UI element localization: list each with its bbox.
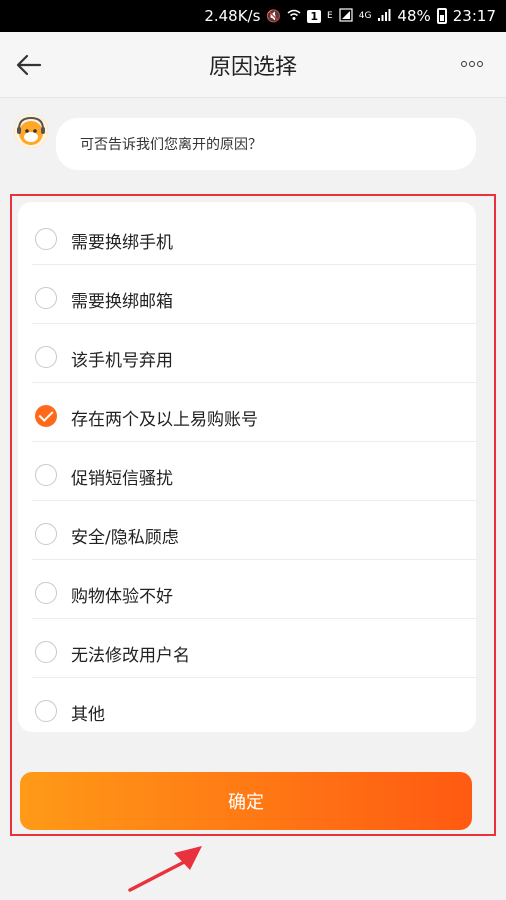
- reason-option-label: 促销短信骚扰: [71, 469, 173, 489]
- radio-button[interactable]: [35, 523, 57, 545]
- signal-icon: [339, 7, 353, 25]
- more-button[interactable]: [458, 54, 486, 74]
- radio-button[interactable]: [35, 346, 57, 368]
- reason-option[interactable]: 促销短信骚扰: [18, 442, 476, 501]
- arrow-left-icon: [16, 54, 42, 76]
- network-4g-label: 4G: [358, 11, 372, 21]
- reason-option[interactable]: 安全/隐私顾虑: [18, 501, 476, 560]
- wifi-icon: [287, 8, 301, 25]
- more-dots-icon: [461, 61, 467, 67]
- reason-option-label: 需要换绑手机: [71, 233, 173, 253]
- nav-bar: 原因选择: [0, 32, 506, 98]
- more-dot: [477, 61, 483, 67]
- reason-option[interactable]: 其他: [18, 678, 476, 737]
- reason-option-label: 需要换绑邮箱: [71, 292, 173, 312]
- reason-option-label: 无法修改用户名: [71, 646, 190, 666]
- reason-option[interactable]: 需要换绑手机: [18, 206, 476, 265]
- radio-button[interactable]: [35, 287, 57, 309]
- clock: 23:17: [452, 7, 496, 25]
- radio-button[interactable]: [35, 464, 57, 486]
- avatar: [14, 114, 48, 148]
- status-bar: 2.48K/s 🔇 1 E 4G 48% 23:17: [0, 0, 506, 32]
- radio-button[interactable]: [35, 582, 57, 604]
- more-dot: [469, 61, 475, 67]
- battery-percent: 48%: [397, 7, 431, 25]
- reason-option-label: 该手机号弃用: [71, 351, 173, 371]
- reason-option-label: 安全/隐私顾虑: [71, 528, 179, 548]
- reason-option[interactable]: 该手机号弃用: [18, 324, 476, 383]
- radio-button[interactable]: [35, 641, 57, 663]
- radio-button-checked[interactable]: [35, 405, 57, 427]
- page-title: 原因选择: [208, 54, 297, 80]
- arrow-annotation-icon: [128, 846, 202, 892]
- battery-icon: [436, 8, 447, 24]
- signal-strength-icon: [377, 8, 391, 25]
- reason-options-list: 需要换绑手机 需要换绑邮箱 该手机号弃用 存在两个及以上易购账号 促销短信骚扰 …: [18, 202, 476, 732]
- network-speed: 2.48K/s: [204, 7, 261, 25]
- reason-option-label: 其他: [71, 705, 105, 725]
- chat-text: 可否告诉我们您离开的原因？: [80, 137, 262, 153]
- mute-icon: 🔇: [266, 9, 282, 23]
- reason-option-label: 存在两个及以上易购账号: [71, 410, 258, 430]
- radio-button[interactable]: [35, 700, 57, 722]
- sim-badge: 1: [307, 9, 322, 23]
- reason-option[interactable]: 购物体验不好: [18, 560, 476, 619]
- mascot-icon: [14, 114, 48, 148]
- radio-button[interactable]: [35, 228, 57, 250]
- chat-bubble: 可否告诉我们您离开的原因？: [56, 118, 476, 170]
- reason-option[interactable]: 存在两个及以上易购账号: [18, 383, 476, 442]
- back-button[interactable]: [14, 50, 44, 80]
- chat-message: 可否告诉我们您离开的原因？: [14, 114, 480, 172]
- confirm-button[interactable]: 确定: [20, 772, 472, 830]
- reason-option[interactable]: 无法修改用户名: [18, 619, 476, 678]
- reason-option-label: 购物体验不好: [71, 587, 173, 607]
- reason-option[interactable]: 需要换绑邮箱: [18, 265, 476, 324]
- network-e-label: E: [327, 11, 333, 21]
